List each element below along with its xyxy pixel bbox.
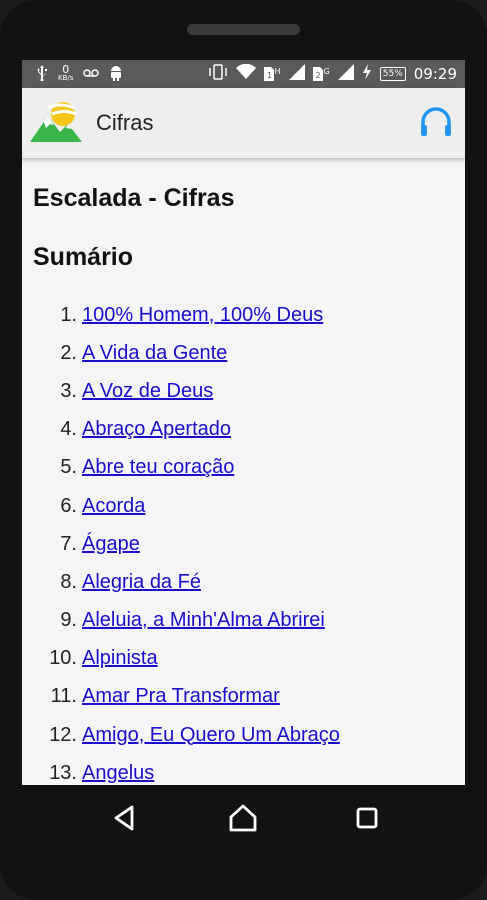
table-of-contents: 1. 100% Homem, 100% Deus 2. A Vida da Gent…: [22, 296, 340, 785]
song-link[interactable]: Amigo, Eu Quero Um Abraço: [82, 724, 340, 747]
item-number: 13.: [49, 761, 77, 784]
speed-unit: KB/s: [58, 74, 74, 82]
list-item: 2. A Vida da Gente: [22, 334, 340, 372]
signal2-icon: [337, 64, 354, 84]
song-link[interactable]: Ágape: [82, 533, 140, 556]
song-link[interactable]: Amar Pra Transformar: [82, 685, 280, 708]
signal1-icon: [288, 64, 305, 84]
item-number: 11.: [50, 685, 77, 708]
item-number: 3.: [60, 379, 77, 402]
song-link[interactable]: A Vida da Gente: [82, 342, 227, 365]
android-icon: [109, 65, 123, 84]
svg-text:2: 2: [315, 71, 320, 80]
item-number: 10.: [49, 647, 77, 670]
back-triangle-icon[interactable]: [108, 801, 142, 835]
app-title: Cifras: [96, 110, 154, 135]
item-number: 4.: [60, 418, 77, 441]
clock: 09:29: [413, 65, 457, 83]
sim2-network-type: G: [323, 67, 330, 76]
list-item: 7. Ágape: [22, 525, 340, 563]
list-item: 1. 100% Homem, 100% Deus: [22, 296, 340, 334]
item-number: 9.: [60, 609, 77, 632]
item-number: 1.: [60, 303, 77, 326]
phone-frame: 0 KB/s 1 H 2 G 55% 09:29 Cifras Escalada…: [0, 0, 487, 900]
status-bar: 0 KB/s 1 H 2 G 55% 09:29: [22, 60, 465, 88]
song-link[interactable]: Acorda: [82, 495, 145, 518]
content-area: Escalada - Cifras Sumário 1. 100% Homem, …: [22, 158, 465, 785]
usb-icon: [36, 64, 48, 84]
home-icon[interactable]: [226, 801, 260, 835]
speed-value: 0: [62, 63, 70, 76]
song-link[interactable]: Abre teu coração: [82, 456, 234, 479]
item-number: 7.: [60, 532, 77, 555]
headphones-icon[interactable]: [419, 106, 453, 138]
item-number: 8.: [60, 570, 77, 593]
page-title: Escalada - Cifras: [33, 184, 235, 212]
song-link[interactable]: Angelus: [82, 762, 154, 785]
mountain-sun-logo: [30, 98, 86, 144]
song-link[interactable]: Abraço Apertado: [82, 418, 231, 441]
list-item: 13. Angelus: [22, 754, 340, 785]
list-item: 3. A Voz de Deus: [22, 372, 340, 410]
recents-square-icon[interactable]: [350, 801, 384, 835]
list-item: 4. Abraço Apertado: [22, 411, 340, 449]
voicemail-icon: [83, 68, 100, 81]
sim1-indicator: 1 H: [263, 67, 281, 81]
sim1-network-type: H: [274, 67, 281, 76]
list-item: 10. Alpinista: [22, 640, 340, 678]
item-number: 6.: [60, 494, 77, 517]
sim2-indicator: 2 G: [312, 67, 330, 81]
vibrate-icon: [208, 64, 228, 84]
item-number: 2.: [60, 341, 77, 364]
list-item: 9. Aleluia, a Minh'Alma Abrirei: [22, 602, 340, 640]
song-link[interactable]: Alpinista: [82, 647, 158, 670]
song-link[interactable]: A Voz de Deus: [82, 380, 213, 403]
song-link[interactable]: Aleluia, a Minh'Alma Abrirei: [82, 609, 325, 632]
battery-level: 55%: [379, 67, 406, 81]
item-number: 5.: [60, 456, 77, 479]
section-title: Sumário: [33, 243, 134, 271]
item-number: 12.: [49, 723, 77, 746]
app-bar: Cifras: [22, 88, 465, 158]
list-item: 11. Amar Pra Transformar: [22, 678, 340, 716]
list-item: 8. Alegria da Fé: [22, 563, 340, 601]
song-link[interactable]: Alegria da Fé: [82, 571, 201, 594]
charging-icon: [362, 64, 372, 84]
wifi-icon: [235, 63, 256, 84]
list-item: 12. Amigo, Eu Quero Um Abraço: [22, 716, 340, 754]
phone-speaker: [187, 24, 300, 35]
list-item: 6. Acorda: [22, 487, 340, 525]
list-item: 5. Abre teu coração: [22, 449, 340, 487]
song-link[interactable]: 100% Homem, 100% Deus: [82, 304, 323, 327]
svg-text:1: 1: [267, 71, 272, 80]
screen: 0 KB/s 1 H 2 G 55% 09:29 Cifras Escalada…: [22, 60, 465, 785]
navigation-bar: [22, 785, 465, 850]
network-speed: 0 KB/s: [58, 63, 74, 83]
